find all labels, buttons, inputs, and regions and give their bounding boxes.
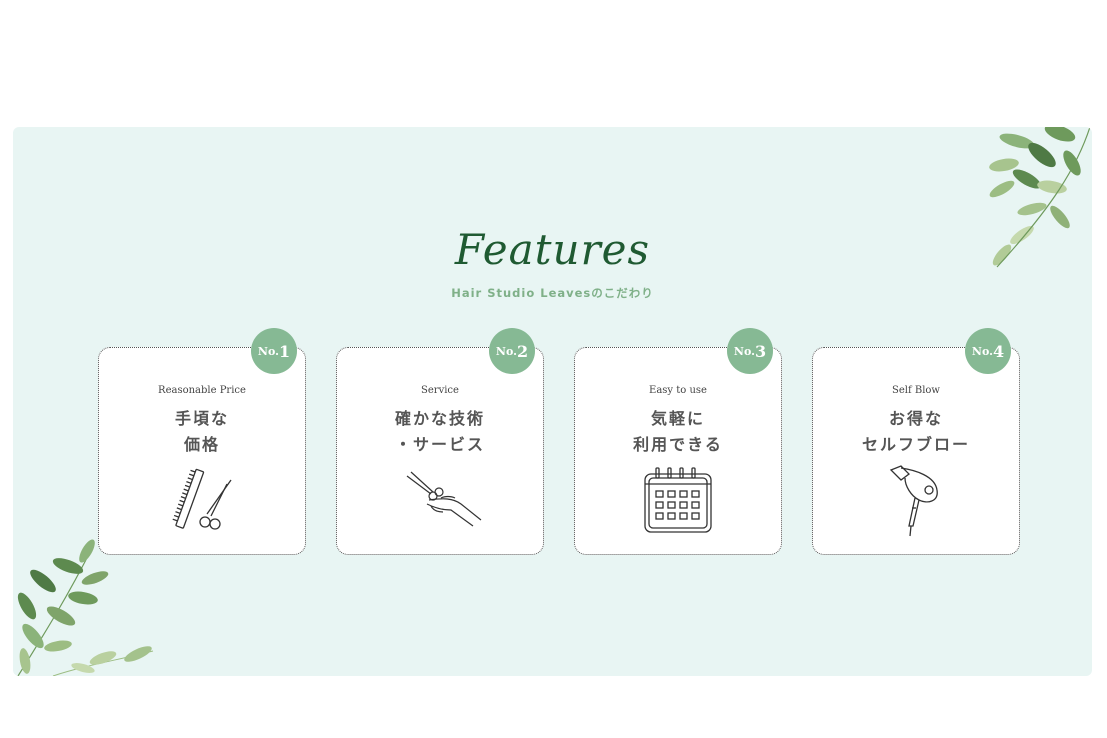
feature-title-line1: 確かな技術 (394, 409, 485, 428)
feature-number-badge: No. 1 (251, 328, 297, 374)
feature-cards: No. 1 Reasonable Price 手頃な 価格 No. 2 Serv… (13, 127, 1092, 676)
badge-number: 4 (992, 341, 1005, 361)
feature-title-line2: 価格 (183, 435, 220, 454)
hand-scissors-icon (406, 471, 482, 527)
feature-card: No. 4 Self Blow お得な セルフブロー (812, 328, 1020, 555)
feature-japanese-title: 確かな技術 ・サービス (337, 406, 543, 458)
feature-english-title: Reasonable Price (158, 385, 246, 396)
feature-japanese-title: お得な セルフブロー (813, 406, 1019, 458)
badge-number: 2 (516, 341, 529, 361)
feature-english-title: Service (421, 385, 459, 396)
badge-prefix: No. (971, 344, 993, 358)
badge-prefix: No. (495, 344, 517, 358)
feature-title-line2: セルフブロー (861, 435, 970, 454)
feature-number-badge: No. 4 (965, 328, 1011, 374)
feature-japanese-title: 気軽に 利用できる (575, 406, 781, 458)
feature-english-title: Self Blow (892, 385, 940, 396)
badge-number: 3 (754, 341, 767, 361)
feature-number-badge: No. 3 (727, 328, 773, 374)
comb-scissors-icon (172, 468, 232, 530)
feature-card: No. 1 Reasonable Price 手頃な 価格 (98, 328, 306, 555)
features-section: Features Hair Studio Leavesのこだわり No. 1 Re… (13, 127, 1092, 676)
feature-title-line2: ・サービス (394, 435, 485, 454)
feature-title-line1: 手頃な (174, 409, 229, 428)
feature-title-line2: 利用できる (633, 435, 723, 454)
calendar-icon (644, 467, 712, 533)
badge-prefix: No. (733, 344, 755, 358)
feature-number-badge: No. 2 (489, 328, 535, 374)
feature-english-title: Easy to use (649, 385, 707, 396)
feature-title-line1: お得な (888, 409, 943, 428)
badge-number: 1 (278, 341, 291, 361)
feature-title-line1: 気軽に (650, 409, 705, 428)
feature-japanese-title: 手頃な 価格 (99, 406, 305, 458)
hair-dryer-icon (889, 465, 938, 537)
badge-prefix: No. (257, 344, 279, 358)
feature-card: No. 2 Service 確かな技術 ・サービス (336, 328, 544, 555)
feature-card: No. 3 Easy to use 気軽に 利用できる (574, 328, 782, 555)
